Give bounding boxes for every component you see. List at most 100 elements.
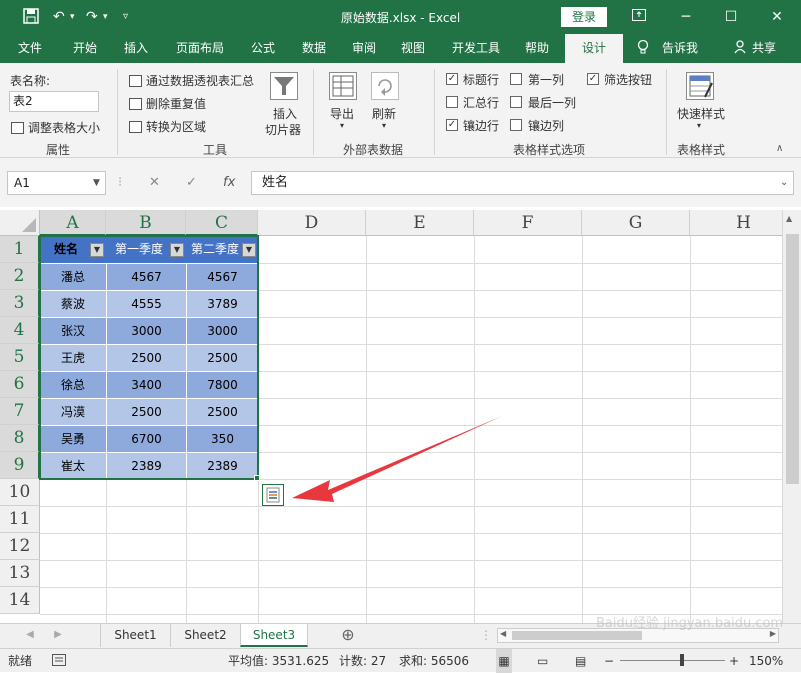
select-all-corner[interactable] bbox=[0, 210, 40, 236]
tell-me[interactable]: 告诉我 bbox=[662, 34, 698, 63]
row-header-8[interactable]: 8 bbox=[0, 425, 40, 452]
table-cell[interactable]: 4567 bbox=[186, 263, 258, 290]
macro-record-icon[interactable] bbox=[52, 649, 66, 673]
tab-home[interactable]: 开始 bbox=[73, 34, 97, 63]
column-header-e[interactable]: E bbox=[366, 210, 474, 236]
table-cell[interactable]: 3789 bbox=[186, 290, 258, 317]
tab-file[interactable]: 文件 bbox=[18, 34, 42, 63]
table-name-input[interactable]: 表2 bbox=[9, 91, 99, 112]
row-header-2[interactable]: 2 bbox=[0, 263, 40, 290]
table-cell[interactable]: 3400 bbox=[106, 371, 186, 398]
export-button[interactable]: 导出 bbox=[330, 105, 354, 122]
tab-formulas[interactable]: 公式 bbox=[251, 34, 275, 63]
login-button[interactable]: 登录 bbox=[561, 7, 607, 27]
quick-styles-dropdown-icon[interactable]: ▾ bbox=[697, 121, 701, 130]
column-header-b[interactable]: B bbox=[106, 210, 186, 236]
insert-function-icon[interactable]: fx bbox=[223, 171, 235, 195]
banded-rows-checkbox[interactable]: ✓ bbox=[446, 119, 458, 131]
horizontal-scrollbar[interactable]: ◀ ▶ bbox=[497, 628, 779, 643]
banded-columns-checkbox[interactable] bbox=[510, 119, 522, 131]
refresh-icon[interactable] bbox=[371, 72, 399, 100]
horizontal-scroll-thumb[interactable] bbox=[512, 631, 642, 640]
column-header-f[interactable]: F bbox=[474, 210, 582, 236]
quick-styles-icon[interactable] bbox=[686, 72, 714, 100]
zoom-out-icon[interactable]: − bbox=[604, 649, 614, 673]
tab-view[interactable]: 视图 bbox=[401, 34, 425, 63]
tab-data[interactable]: 数据 bbox=[302, 34, 326, 63]
table-cell[interactable]: 徐总 bbox=[40, 371, 106, 398]
vertical-scroll-thumb[interactable] bbox=[786, 234, 799, 484]
table-cell[interactable]: 3000 bbox=[106, 317, 186, 344]
filter-dropdown-icon[interactable]: ▼ bbox=[242, 243, 256, 257]
row-header-4[interactable]: 4 bbox=[0, 317, 40, 344]
row-header-11[interactable]: 11 bbox=[0, 506, 40, 533]
sheet-tab-sheet3[interactable]: Sheet3 bbox=[240, 624, 308, 647]
row-header-10[interactable]: 10 bbox=[0, 479, 40, 506]
table-cell[interactable]: 王虎 bbox=[40, 344, 106, 371]
name-box-dropdown-icon[interactable]: ▼ bbox=[93, 171, 100, 195]
table-cell[interactable]: 潘总 bbox=[40, 263, 106, 290]
maximize-icon[interactable]: ☐ bbox=[721, 7, 741, 27]
tab-page-layout[interactable]: 页面布局 bbox=[176, 34, 224, 63]
formula-input[interactable]: 姓名 bbox=[251, 171, 794, 195]
row-header-6[interactable]: 6 bbox=[0, 371, 40, 398]
zoom-slider[interactable] bbox=[620, 660, 725, 661]
worksheet-grid[interactable]: A B C D E F G H 1 2 3 4 5 6 7 8 9 10 11 … bbox=[0, 207, 801, 623]
export-icon[interactable] bbox=[329, 72, 357, 100]
total-row-checkbox[interactable] bbox=[446, 96, 458, 108]
tab-help[interactable]: 帮助 bbox=[525, 34, 549, 63]
prev-sheet-icon[interactable]: ◀ bbox=[22, 624, 38, 647]
table-cell[interactable]: 2389 bbox=[106, 452, 186, 479]
filter-button-checkbox[interactable]: ✓ bbox=[587, 73, 599, 85]
table-cell[interactable]: 2500 bbox=[106, 344, 186, 371]
fill-handle[interactable] bbox=[254, 475, 260, 481]
table-cell[interactable]: 蔡波 bbox=[40, 290, 106, 317]
table-cell[interactable]: 2500 bbox=[186, 398, 258, 425]
scroll-right-icon[interactable]: ▶ bbox=[770, 629, 776, 638]
filter-dropdown-icon[interactable]: ▼ bbox=[170, 243, 184, 257]
table-cell[interactable]: 3000 bbox=[186, 317, 258, 344]
next-sheet-icon[interactable]: ▶ bbox=[50, 624, 66, 647]
refresh-dropdown-icon[interactable]: ▾ bbox=[382, 121, 386, 130]
ribbon-display-options-icon[interactable] bbox=[629, 7, 649, 27]
scroll-left-icon[interactable]: ◀ bbox=[500, 629, 506, 638]
zoom-level[interactable]: 150% bbox=[749, 649, 783, 673]
cancel-icon[interactable]: ✕ bbox=[149, 171, 160, 195]
page-break-view-icon[interactable]: ▤ bbox=[575, 649, 586, 673]
table-cell[interactable]: 7800 bbox=[186, 371, 258, 398]
row-header-9[interactable]: 9 bbox=[0, 452, 40, 479]
table-cell[interactable]: 冯漠 bbox=[40, 398, 106, 425]
name-box[interactable]: A1 bbox=[7, 171, 106, 195]
table-cell[interactable]: 2500 bbox=[186, 344, 258, 371]
close-icon[interactable]: ✕ bbox=[767, 7, 787, 27]
collapse-ribbon-icon[interactable]: ∧ bbox=[776, 143, 783, 154]
quick-analysis-button[interactable] bbox=[262, 484, 284, 506]
pivot-summarize-button[interactable]: 通过数据透视表汇总 bbox=[129, 72, 254, 89]
first-column-checkbox[interactable] bbox=[510, 73, 522, 85]
tab-split-grip-icon[interactable]: ⋮ bbox=[480, 624, 492, 647]
new-sheet-icon[interactable]: ⊕ bbox=[337, 624, 359, 647]
quick-styles-button[interactable]: 快速样式 bbox=[677, 105, 725, 122]
slicer-icon[interactable] bbox=[270, 72, 298, 100]
column-header-d[interactable]: D bbox=[258, 210, 366, 236]
person-icon[interactable] bbox=[734, 34, 746, 63]
zoom-in-icon[interactable]: + bbox=[729, 649, 739, 673]
export-dropdown-icon[interactable]: ▾ bbox=[340, 121, 344, 130]
row-header-14[interactable]: 14 bbox=[0, 587, 40, 614]
column-header-g[interactable]: G bbox=[582, 210, 690, 236]
last-column-checkbox[interactable] bbox=[510, 96, 522, 108]
table-cell[interactable]: 350 bbox=[186, 425, 258, 452]
vertical-scrollbar[interactable]: ▲ bbox=[782, 210, 801, 623]
row-header-7[interactable]: 7 bbox=[0, 398, 40, 425]
row-header-12[interactable]: 12 bbox=[0, 533, 40, 560]
table-cell[interactable]: 吴勇 bbox=[40, 425, 106, 452]
table-cell[interactable]: 4567 bbox=[106, 263, 186, 290]
table-cell[interactable]: 2389 bbox=[186, 452, 258, 479]
sheet-tab-sheet1[interactable]: Sheet1 bbox=[100, 624, 170, 647]
remove-duplicates-button[interactable]: 删除重复值 bbox=[129, 95, 206, 112]
expand-formula-bar-icon[interactable]: ⌄ bbox=[780, 171, 788, 195]
refresh-button[interactable]: 刷新 bbox=[372, 105, 396, 122]
lightbulb-icon[interactable] bbox=[637, 34, 649, 63]
insert-slicer-label-1[interactable]: 插入 bbox=[273, 105, 297, 122]
table-cell[interactable]: 张汉 bbox=[40, 317, 106, 344]
